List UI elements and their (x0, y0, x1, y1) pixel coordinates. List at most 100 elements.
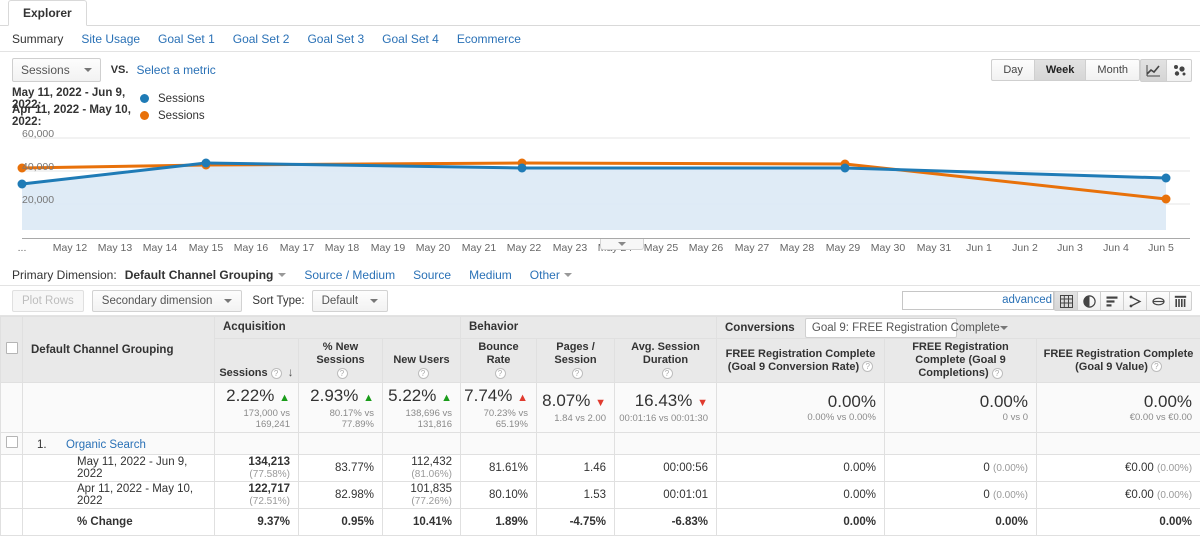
trend-up-icon: ▲ (441, 391, 452, 404)
performance-view-icon[interactable] (1100, 291, 1123, 311)
select-a-metric-link[interactable]: Select a metric (136, 63, 215, 77)
subtab-goal-set-4[interactable]: Goal Set 4 (382, 32, 439, 46)
summary-spacer-checkbox (0, 382, 23, 433)
line-chart-icon[interactable] (1140, 59, 1166, 82)
row-label-spacer-6 (614, 432, 717, 455)
dimension-header-cell[interactable]: Default Channel Grouping (22, 316, 215, 383)
col-header-avg-session-duration[interactable]: Avg. Session Duration? (614, 338, 717, 383)
period2-spacer-checkbox (0, 481, 23, 509)
primary-dimension-medium[interactable]: Medium (469, 268, 512, 282)
summary-sessions-value: 2.22% (226, 385, 275, 405)
period2-new-users: 101,835 (77.26%) (382, 481, 461, 509)
period2-sessions-value: 122,717 (248, 483, 290, 495)
summary-cell-goal9-conversion-rate: 0.00% 0.00% vs 0.00% (716, 382, 885, 433)
row-checkbox[interactable] (5, 436, 18, 448)
primary-dimension-other-label: Other (529, 267, 560, 282)
trend-up-bad-icon: ▲ (517, 391, 528, 404)
help-icon[interactable]: ? (417, 367, 429, 379)
date-granularity-buttons: Day Week Month (991, 59, 1140, 81)
secondary-dimension-dropdown[interactable]: Secondary dimension (91, 289, 243, 312)
plot-rows-button[interactable]: Plot Rows (12, 289, 84, 312)
granularity-week[interactable]: Week (1033, 59, 1086, 81)
sort-desc-icon: ↓ (287, 365, 294, 379)
report-tabstrip: Explorer (0, 0, 1200, 26)
row-label-spacer-1 (214, 432, 299, 455)
group-header-acquisition: Acquisition (214, 316, 461, 339)
period2-goal9-completions-value: 0 (983, 489, 990, 501)
metric-dropdown[interactable]: Sessions (12, 58, 101, 82)
period1-spacer-checkbox (0, 454, 23, 482)
conversions-goal-selector[interactable]: Goal 9: FREE Registration Complete (804, 318, 1008, 338)
col-header-pages-session-label: Pages / Session (554, 341, 597, 366)
col-header-sessions[interactable]: Sessions? ↓ (214, 338, 299, 383)
tab-explorer[interactable]: Explorer (8, 0, 87, 26)
sort-type-dropdown[interactable]: Default (311, 289, 389, 312)
table-view-icon[interactable] (1054, 291, 1077, 311)
term-cloud-view-icon[interactable] (1146, 291, 1169, 311)
subtab-goal-set-2[interactable]: Goal Set 2 (233, 32, 290, 46)
col-header-goal9-value[interactable]: FREE Registration Complete (Goal 9 Value… (1035, 338, 1200, 383)
change-sessions: 9.37% (214, 508, 299, 536)
motion-chart-icon[interactable] (1166, 59, 1192, 82)
subtab-summary[interactable]: Summary (12, 32, 63, 46)
x-tick-9: May 20 (415, 242, 451, 254)
help-icon[interactable]: ? (494, 367, 506, 379)
summary-new-sessions-pct-value: 2.93% (310, 385, 359, 405)
granularity-day[interactable]: Day (991, 59, 1034, 81)
col-header-bounce-rate[interactable]: Bounce Rate? (460, 338, 537, 383)
primary-dimension-other[interactable]: Other (530, 268, 572, 282)
advanced-filter-link[interactable]: advanced (1002, 294, 1052, 306)
summary-cell-avg-session-duration: 16.43% ▼ 00:01:16 vs 00:01:30 (614, 382, 717, 433)
pie-chart-view-icon[interactable] (1077, 291, 1100, 311)
period1-bounce-rate: 81.61% (460, 454, 537, 482)
help-icon[interactable]: ? (661, 367, 673, 379)
summary-goal9-completions-sub: 0 vs 0 (1002, 412, 1028, 423)
help-icon[interactable]: ? (336, 367, 348, 379)
primary-dimension-source[interactable]: Source (413, 268, 451, 282)
help-icon[interactable]: ? (571, 367, 583, 379)
trend-down-icon: ▼ (697, 397, 708, 409)
conversions-goal-selector-label: Goal 9: FREE Registration Complete (811, 322, 1000, 334)
row-link-organic-search[interactable]: Organic Search (66, 439, 146, 451)
primary-dimension-label: Primary Dimension: (12, 267, 117, 282)
period1-sessions: 134,213 (77.58%) (214, 454, 299, 482)
row-label-spacer-7 (716, 432, 885, 455)
pivot-view-icon[interactable] (1169, 291, 1192, 311)
subtab-goal-set-3[interactable]: Goal Set 3 (307, 32, 364, 46)
period2-new-users-pct: (77.26%) (411, 496, 452, 507)
sort-type-value: Default (321, 294, 359, 307)
x-tick-10: May 21 (461, 242, 497, 254)
help-icon[interactable]: ? (862, 361, 874, 373)
col-header-goal9-conversion-rate[interactable]: FREE Registration Complete (Goal 9 Conve… (716, 338, 885, 383)
primary-dimension-selected[interactable]: Default Channel Grouping (125, 268, 287, 282)
trend-down-icon: ▼ (595, 397, 606, 409)
col-header-goal9-completions[interactable]: FREE Registration Complete (Goal 9 Compl… (884, 338, 1037, 383)
x-tick-18: May 29 (825, 242, 861, 254)
help-icon[interactable]: ? (1150, 361, 1162, 373)
subtab-goal-set-1[interactable]: Goal Set 1 (158, 32, 215, 46)
metric-selector-bar: Sessions VS. Select a metric Day Week Mo… (0, 52, 1200, 88)
subtab-ecommerce[interactable]: Ecommerce (457, 32, 521, 46)
y-tick-20000: 20,000 (22, 194, 55, 206)
summary-new-users-sub: 138,696 vs 131,816 (405, 407, 452, 430)
row-label-spacer-9 (1035, 432, 1200, 455)
col-header-new-sessions-pct[interactable]: % New Sessions? (298, 338, 383, 383)
col-header-new-users-label: New Users (393, 354, 450, 366)
row-label-spacer-2 (298, 432, 383, 455)
help-icon[interactable]: ? (991, 367, 1003, 379)
summary-goal9-conversion-rate-sub: 0.00% vs 0.00% (807, 412, 876, 423)
period1-new-users-pct: (81.06%) (411, 469, 452, 480)
summary-spacer-dimension (22, 382, 215, 433)
primary-dimension-source-medium[interactable]: Source / Medium (304, 268, 395, 282)
select-all-checkbox[interactable] (5, 342, 18, 354)
summary-cell-new-sessions-pct: 2.93% ▲ 80.17% vs 77.89% (298, 382, 383, 433)
help-icon[interactable]: ? (270, 367, 282, 379)
comparison-view-icon[interactable] (1123, 291, 1146, 311)
col-header-new-users[interactable]: New Users? (382, 338, 461, 383)
summary-new-users-value: 5.22% (388, 385, 437, 405)
granularity-month[interactable]: Month (1085, 59, 1140, 81)
group-header-conversions-label: Conversions (725, 322, 795, 334)
col-header-pages-session[interactable]: Pages / Session? (536, 338, 615, 383)
collapse-chart-button[interactable] (600, 239, 644, 250)
subtab-site-usage[interactable]: Site Usage (81, 32, 140, 46)
